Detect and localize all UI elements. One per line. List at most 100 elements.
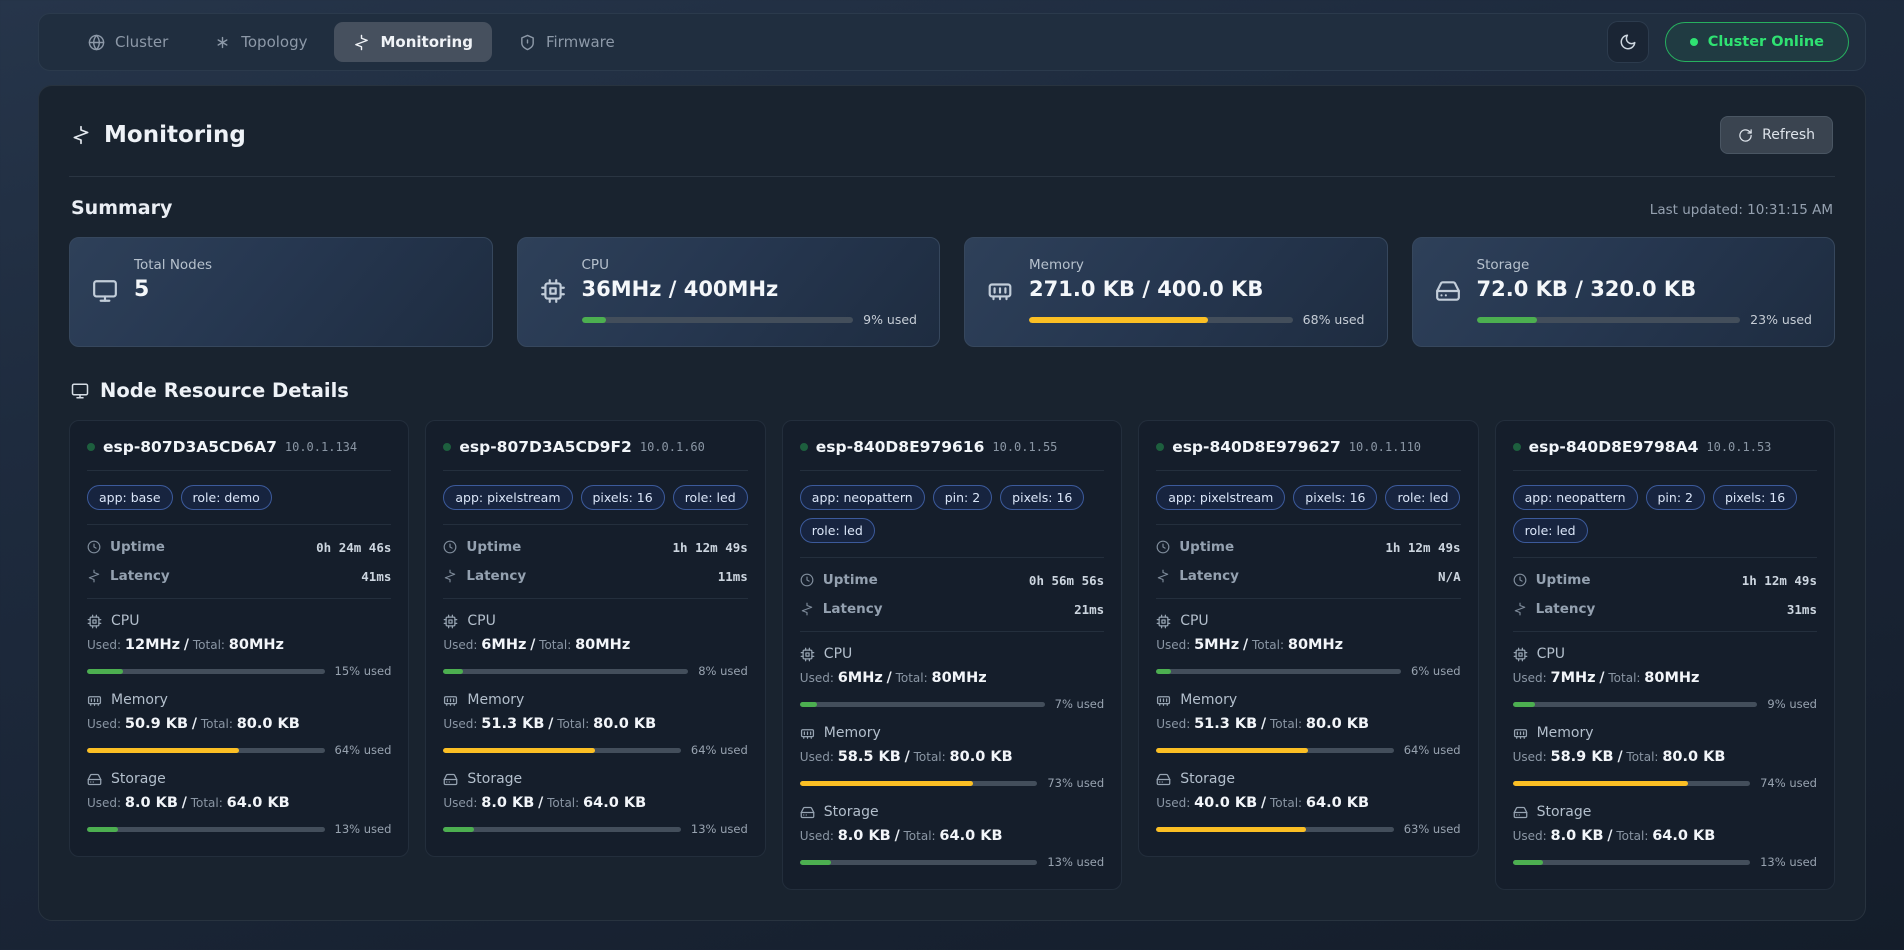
harddrive-icon <box>1435 278 1461 304</box>
divider <box>443 524 747 525</box>
tab-monitoring[interactable]: Monitoring <box>334 22 491 62</box>
activity-icon <box>353 34 370 51</box>
monitoring-panel: Monitoring Refresh Summary Last updated:… <box>38 85 1866 921</box>
divider <box>1156 524 1460 525</box>
usage-percent-label: 74% used <box>1760 776 1817 790</box>
nav-tabs: Cluster Topology Monitoring Firmware <box>69 22 634 62</box>
usage-percent-label: 23% used <box>1750 312 1812 327</box>
usage-percent-label: 64% used <box>1404 743 1461 757</box>
summary-card-value: 36MHz / 400MHz <box>582 277 918 301</box>
resource-section: CPU Used: 7MHz / Total: 80MHz 9% used <box>1513 646 1817 711</box>
tab-label: Firmware <box>546 33 615 51</box>
usage-bar <box>1477 317 1741 323</box>
refresh-button[interactable]: Refresh <box>1720 116 1833 154</box>
summary-card: Total Nodes 5 <box>69 237 493 347</box>
divider <box>800 470 1104 471</box>
top-navbar: Cluster Topology Monitoring Firmware Clu… <box>38 13 1866 71</box>
node-tag: pin: 2 <box>1646 485 1705 510</box>
usage-bar <box>1513 860 1751 865</box>
resource-usage-text: Used: 12MHz / Total: 80MHz <box>87 637 391 653</box>
memory-icon <box>87 693 102 708</box>
node-ip: 10.0.1.134 <box>285 440 357 454</box>
cpu-icon <box>800 647 815 662</box>
resource-label: Memory <box>87 692 391 708</box>
node-tag: pixels: 16 <box>581 485 665 510</box>
resource-section: CPU Used: 6MHz / Total: 80MHz 7% used <box>800 646 1104 711</box>
activity-icon <box>71 125 91 145</box>
tab-cluster[interactable]: Cluster <box>69 22 187 62</box>
resource-label: Storage <box>443 771 747 787</box>
node-tag: pixels: 16 <box>1000 485 1084 510</box>
tab-firmware[interactable]: Firmware <box>500 22 634 62</box>
resource-usage-text: Used: 5MHz / Total: 80MHz <box>1156 637 1460 653</box>
usage-percent-label: 68% used <box>1303 312 1365 327</box>
node-tag: role: demo <box>181 485 272 510</box>
tab-topology[interactable]: Topology <box>195 22 326 62</box>
usage-bar <box>582 317 854 323</box>
uptime-label: Uptime <box>1156 539 1234 555</box>
resource-section: Storage Used: 40.0 KB / Total: 64.0 KB 6… <box>1156 771 1460 836</box>
summary-card-value: 271.0 KB / 400.0 KB <box>1029 277 1365 301</box>
summary-card: CPU 36MHz / 400MHz 9% used <box>517 237 941 347</box>
harddrive-icon <box>800 805 815 820</box>
node-tags: app: pixelstreampixels: 16role: led <box>443 485 747 510</box>
uptime-label: Uptime <box>87 539 165 555</box>
resource-label: CPU <box>443 613 747 629</box>
resource-label: Memory <box>1513 725 1817 741</box>
cluster-status-badge[interactable]: Cluster Online <box>1665 22 1849 62</box>
resource-usage-text: Used: 58.9 KB / Total: 80.0 KB <box>1513 749 1817 765</box>
resource-section: CPU Used: 6MHz / Total: 80MHz 8% used <box>443 613 747 678</box>
activity-icon <box>443 569 457 583</box>
usage-percent-label: 9% used <box>1767 697 1817 711</box>
summary-cards: Total Nodes 5 CPU 36MHz / 400MHz 9% used… <box>69 237 1835 347</box>
node-tag: app: pixelstream <box>443 485 572 510</box>
memory-icon <box>1156 693 1171 708</box>
node-tag: app: neopattern <box>800 485 925 510</box>
node-tags: app: neopatternpin: 2pixels: 16role: led <box>800 485 1104 543</box>
harddrive-icon <box>1156 772 1171 787</box>
resource-label: Storage <box>87 771 391 787</box>
node-tags: app: baserole: demo <box>87 485 391 510</box>
tab-label: Cluster <box>115 33 168 51</box>
cpu-icon <box>87 614 102 629</box>
summary-card-value: 72.0 KB / 320.0 KB <box>1477 277 1813 301</box>
harddrive-icon <box>1513 805 1528 820</box>
resource-section: Memory Used: 58.5 KB / Total: 80.0 KB 73… <box>800 725 1104 790</box>
latency-value: N/A <box>1438 569 1461 584</box>
usage-percent-label: 64% used <box>691 743 748 757</box>
latency-value: 21ms <box>1074 602 1104 617</box>
latency-label: Latency <box>443 568 526 584</box>
resource-usage-text: Used: 50.9 KB / Total: 80.0 KB <box>87 716 391 732</box>
resource-section: CPU Used: 12MHz / Total: 80MHz 15% used <box>87 613 391 678</box>
usage-bar <box>800 781 1038 786</box>
usage-percent-label: 63% used <box>1404 822 1461 836</box>
activity-icon <box>87 569 101 583</box>
node-tag: app: neopattern <box>1513 485 1638 510</box>
node-card: esp-840D8E979627 10.0.1.110 app: pixelst… <box>1138 420 1478 857</box>
latency-value: 11ms <box>718 569 748 584</box>
cluster-status-label: Cluster Online <box>1708 34 1824 50</box>
node-ip: 10.0.1.60 <box>640 440 705 454</box>
usage-bar <box>800 702 1045 707</box>
usage-bar <box>1156 827 1394 832</box>
usage-bar <box>1029 317 1293 323</box>
monitor-icon <box>92 278 118 304</box>
theme-toggle-button[interactable] <box>1607 21 1649 63</box>
resource-label: CPU <box>87 613 391 629</box>
divider <box>87 598 391 599</box>
usage-bar <box>87 669 325 674</box>
usage-bar <box>1513 702 1758 707</box>
resource-usage-text: Used: 6MHz / Total: 80MHz <box>443 637 747 653</box>
node-name: esp-840D8E9798A4 <box>1529 438 1699 456</box>
clock-icon <box>800 573 814 587</box>
resource-usage-text: Used: 8.0 KB / Total: 64.0 KB <box>1513 828 1817 844</box>
usage-bar <box>1156 748 1394 753</box>
node-tags: app: neopatternpin: 2pixels: 16role: led <box>1513 485 1817 543</box>
resource-usage-text: Used: 8.0 KB / Total: 64.0 KB <box>800 828 1104 844</box>
divider <box>1513 631 1817 632</box>
node-ip: 10.0.1.110 <box>1349 440 1421 454</box>
summary-card-label: Storage <box>1477 257 1813 273</box>
uptime-label: Uptime <box>1513 572 1591 588</box>
activity-icon <box>1513 602 1527 616</box>
cpu-icon <box>540 278 566 304</box>
